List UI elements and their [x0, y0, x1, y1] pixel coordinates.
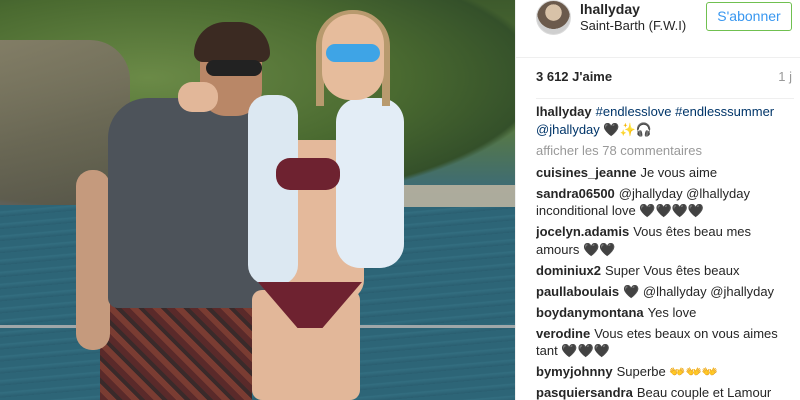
comment-item: verodine Vous etes beaux on vous aimes ta… [536, 325, 794, 360]
user-avatar[interactable] [536, 0, 571, 35]
man-arm [76, 170, 110, 350]
follow-button[interactable]: S'abonner [706, 2, 792, 31]
comment-author[interactable]: paullaboulais [536, 284, 619, 299]
comment-text: Je vous aime [640, 164, 718, 180]
woman-shirt-left [248, 95, 298, 285]
man-sunglasses [206, 60, 262, 76]
comment-item: dominiux2 Super Vous êtes beaux [536, 262, 794, 280]
post-caption: lhallyday #endlesslove #endlesssummer @jh… [536, 103, 794, 138]
likes-count[interactable]: 3 612 J'aime [536, 69, 612, 85]
username-link[interactable]: lhallyday [580, 1, 640, 17]
post-header: lhallyday Saint-Barth (F.W.I) S'abonner [516, 0, 800, 58]
comment-text: 🖤 @lhallyday @jhallyday [623, 283, 775, 299]
woman-bikini-top [276, 158, 340, 190]
post-time[interactable]: 1 j [778, 69, 792, 85]
comment-text: Super Vous êtes beaux [605, 262, 740, 278]
load-more-comments[interactable]: afficher les 78 commentaires [536, 142, 794, 159]
woman-hand-on-shoulder [178, 82, 218, 112]
comment-author[interactable]: dominiux2 [536, 263, 601, 278]
comment-author[interactable]: pasquiersandra [536, 385, 633, 400]
comment-author[interactable]: boydanymontana [536, 305, 644, 320]
post-photo[interactable] [0, 0, 515, 400]
comment-item: pasquiersandra Beau couple et Lamour [536, 384, 794, 400]
comment-item: cuisines_jeanne Je vous aime [536, 164, 794, 182]
post-sidebar: lhallyday Saint-Barth (F.W.I) S'abonner … [515, 0, 800, 400]
comment-author[interactable]: bymyjohnny [536, 364, 613, 379]
location-link[interactable]: Saint-Barth (F.W.I) [580, 18, 686, 34]
comment-item: bymyjohnny Superbe 👐👐👐 [536, 363, 794, 381]
comment-author[interactable]: jocelyn.adamis [536, 224, 629, 239]
comment-author[interactable]: cuisines_jeanne [536, 165, 636, 180]
comments-list[interactable]: lhallyday #endlesslove #endlesssummer @jh… [536, 98, 794, 400]
comment-author[interactable]: sandra06500 [536, 186, 615, 201]
comment-author[interactable]: verodine [536, 326, 590, 341]
comment-item: boydanymontana Yes love [536, 304, 794, 322]
comment-text: Superbe 👐👐👐 [616, 364, 718, 379]
woman-shirt-right [336, 98, 404, 268]
woman-sunglasses [326, 44, 380, 62]
comment-item: sandra06500 @jhallyday @lhallyday incondi… [536, 185, 794, 220]
caption-author[interactable]: lhallyday [536, 104, 592, 119]
comment-text: Yes love [647, 304, 697, 320]
comment-item: jocelyn.adamis Vous êtes beau mes amours … [536, 223, 794, 258]
comment-item: paullaboulais 🖤 @lhallyday @jhallyday [536, 283, 794, 301]
man-shorts [100, 296, 252, 400]
comment-text: Beau couple et Lamour [636, 385, 772, 400]
